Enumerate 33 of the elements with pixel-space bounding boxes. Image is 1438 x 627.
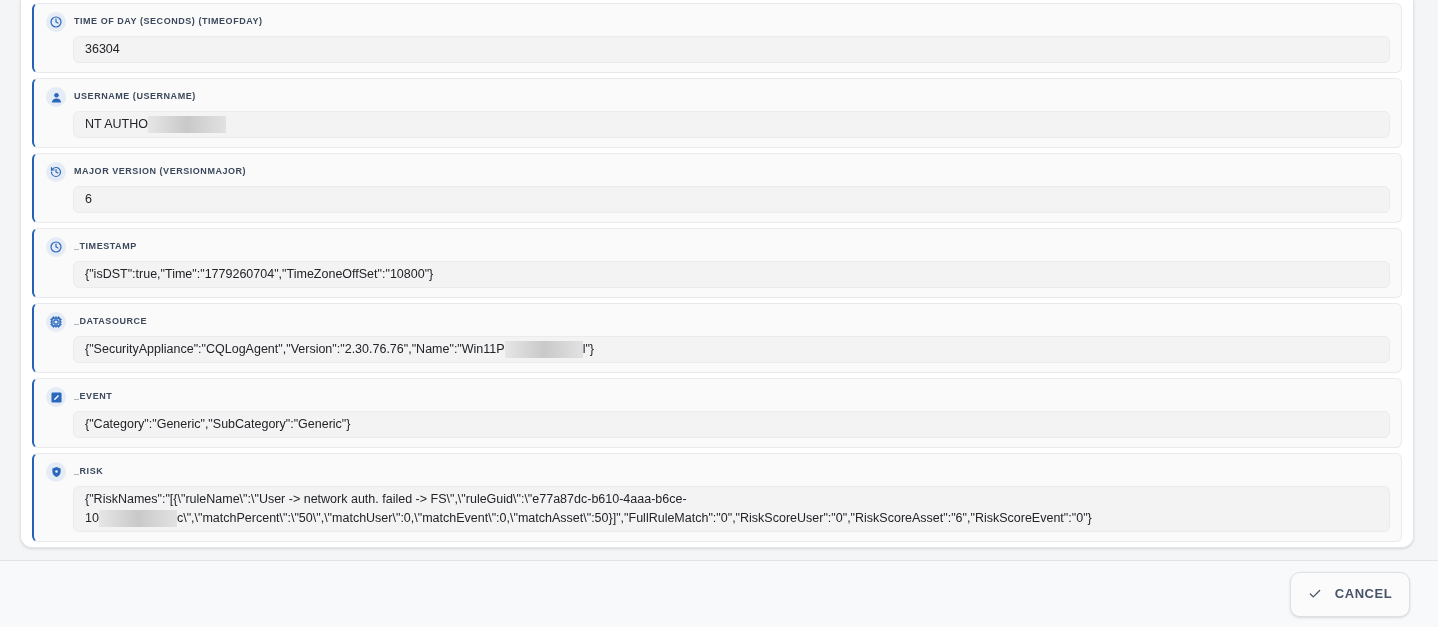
field-value: NT AUTHO [85,116,148,133]
field-label: _TIMESTAMP [74,240,137,254]
edit-icon [46,387,66,407]
clock-icon [46,12,66,32]
person-icon [46,87,66,107]
check-icon [1307,587,1322,601]
value-field[interactable]: NT AUTHO [73,111,1390,138]
clock-icon [46,237,66,257]
history-icon [46,162,66,182]
field-label: _RISK [74,465,104,479]
field-label: TIME OF DAY (SECONDS) (TIMEOFDAY) [74,15,263,29]
field-value: 10 [85,510,99,527]
field-label: _EVENT [74,390,113,404]
field-label: MAJOR VERSION (VERSIONMAJOR) [74,165,247,179]
field-value: {"isDST":true,"Time":"1779260704","TimeZoneOffSet":"10800"} [85,266,434,283]
value-field[interactable]: {"SecurityAppliance":"CQLogAgent","Version":"2.30.76.76","Name":"Win11P l"} [73,336,1390,363]
field-label: _DATASOURCE [74,315,148,329]
field-value: 36304 [85,41,120,58]
value-field[interactable]: 36304 [73,36,1390,63]
value-field[interactable]: {"Category":"Generic","SubCategory":"Generic"} [73,411,1390,438]
value-field[interactable]: 6 [73,186,1390,213]
field-label: USERNAME (USERNAME) [74,90,196,104]
field-value: {"RiskNames":"[{\"ruleName\":\"User -> network auth. failed -> FS\",\"ruleGuid\":\"e77a87dc-b610-4aaa-b6ce- [85,491,687,508]
field-value: {"SecurityAppliance":"CQLogAgent","Version":"2.30.76.76","Name":"Win11P [85,341,505,358]
cancel-button[interactable]: CANCEL [1290,571,1410,617]
field-value: c\",\"matchPercent\":\"50\",\"matchUser\":0,\"matchEvent\":0,\"matchAsset\":50}]","FullRuleMatch":"0","RiskScoreUser":"0","RiskScoreAsset":"6","RiskScoreEvent":"0"} [176,510,1092,527]
value-field[interactable] [73,486,1390,532]
value-field[interactable]: {"isDST":true,"Time":"1779260704","TimeZoneOffSet":"10800"} [73,261,1390,288]
field-value: {"Category":"Generic","SubCategory":"Generic"} [85,416,351,433]
chip-icon [46,312,66,332]
shield-icon [46,462,66,482]
field-value: l"} [582,341,595,358]
field-value: 6 [85,191,92,208]
